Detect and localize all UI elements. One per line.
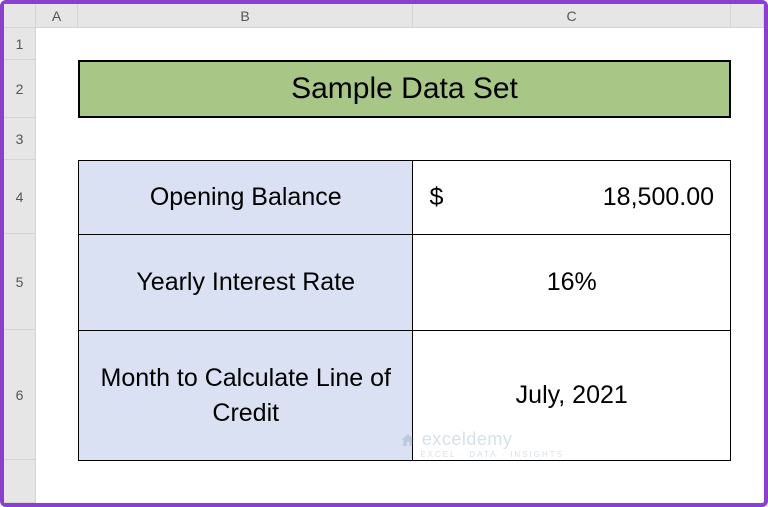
row-header-3[interactable]: 3 <box>4 118 36 160</box>
data-table: Opening Balance $ 18,500.00 Yearly Inter… <box>78 160 731 461</box>
watermark-sub: EXCEL · DATA · INSIGHTS <box>420 450 564 459</box>
opening-balance-label[interactable]: Opening Balance <box>79 161 413 234</box>
title-cell[interactable]: Sample Data Set <box>78 60 731 118</box>
col-header-A[interactable]: A <box>36 4 78 28</box>
currency-symbol: $ <box>429 183 443 212</box>
table-row: Opening Balance $ 18,500.00 <box>79 161 731 235</box>
cells-area[interactable]: Sample Data Set Opening Balance $ 18,500… <box>36 28 764 503</box>
col-header-pad <box>731 4 764 28</box>
opening-balance-value[interactable]: $ 18,500.00 <box>413 161 731 234</box>
spreadsheet: A B C 1 2 3 4 5 6 Sample Data Set Openin… <box>4 4 764 503</box>
select-all-corner[interactable] <box>4 4 36 28</box>
house-icon <box>400 432 416 448</box>
table-row: Yearly Interest Rate 16% <box>79 235 731 331</box>
row-header-pad <box>4 460 36 503</box>
row-header-5[interactable]: 5 <box>4 234 36 330</box>
col-header-B[interactable]: B <box>78 4 413 28</box>
row-header-2[interactable]: 2 <box>4 60 36 118</box>
row-header-4[interactable]: 4 <box>4 160 36 234</box>
body-area: 1 2 3 4 5 6 Sample Data Set Opening Bala… <box>4 28 764 503</box>
month-calc-label[interactable]: Month to Calculate Line of Credit <box>79 331 413 460</box>
row-header-6[interactable]: 6 <box>4 330 36 460</box>
col-header-C[interactable]: C <box>413 4 731 28</box>
column-headers: A B C <box>4 4 764 28</box>
currency-amount: 18,500.00 <box>603 183 714 212</box>
row-headers: 1 2 3 4 5 6 <box>4 28 36 503</box>
interest-rate-value[interactable]: 16% <box>413 235 731 330</box>
watermark-title: exceldemy <box>422 429 513 449</box>
watermark: exceldemy EXCEL · DATA · INSIGHTS <box>400 429 564 459</box>
interest-rate-label[interactable]: Yearly Interest Rate <box>79 235 413 330</box>
row-header-1[interactable]: 1 <box>4 28 36 60</box>
